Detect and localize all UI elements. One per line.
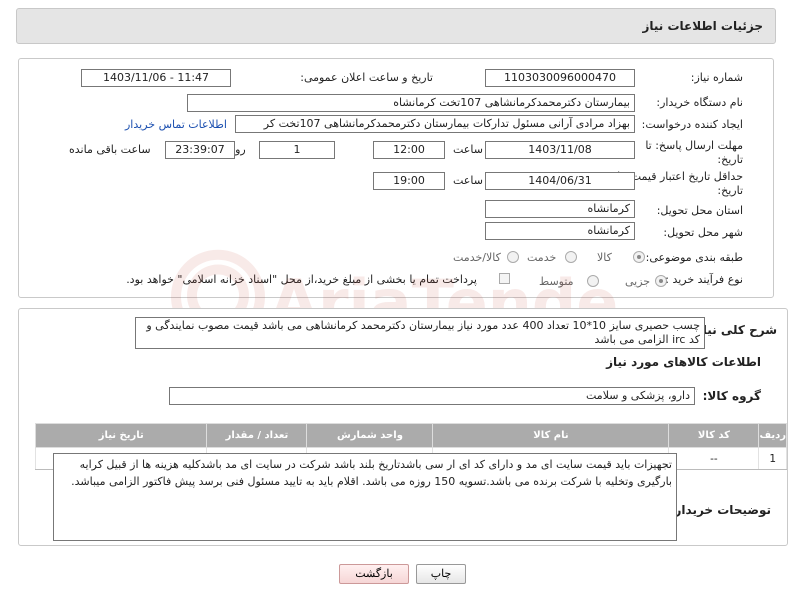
need-info-panel: شماره نیاز: 1103030096000470 تاریخ و ساع… <box>18 58 774 298</box>
treasury-payment-note: پرداخت تمام یا بخشی از مبلغ خرید،از محل … <box>126 273 477 286</box>
process-radio-medium[interactable] <box>587 275 599 287</box>
col-header-need-date: تاریخ نیاز <box>34 423 208 448</box>
announce-label: تاریخ و ساعت اعلان عمومی: <box>300 71 433 84</box>
deadline-date-field: 1403/11/08 <box>485 141 635 159</box>
validity-label-date: تاریخ: <box>717 184 743 197</box>
page-header: جزئیات اطلاعات نیاز <box>16 8 776 44</box>
validity-time-label: ساعت <box>453 174 483 187</box>
category-radio-goods[interactable] <box>633 251 645 263</box>
treasury-payment-checkbox[interactable] <box>499 273 510 284</box>
need-details-page: جزئیات اطلاعات نیاز شماره نیاز: 11030300… <box>0 0 789 598</box>
creator-label: ایجاد کننده درخواست: <box>641 118 743 131</box>
validity-label: حداقل تاریخ اعتبار قیمت: تا <box>617 170 743 183</box>
buyer-notes-label: توضیحات خریدار: <box>669 503 771 517</box>
back-button[interactable]: بازگشت <box>339 564 409 584</box>
province-field: کرمانشاه <box>485 200 635 218</box>
need-number-field: 1103030096000470 <box>485 69 635 87</box>
buyer-notes-textarea[interactable]: تجهیزات باید قیمت سایت ای مد و دارای کد … <box>53 453 677 541</box>
category-option-goods: کالا <box>597 251 612 264</box>
process-type-label: نوع فرآیند خرید : <box>665 273 743 286</box>
category-option-service: خدمت <box>527 251 557 264</box>
goods-group-label: گروه کالا: <box>702 389 761 403</box>
buyer-org-label: نام دستگاه خریدار: <box>656 96 743 109</box>
category-radio-service[interactable] <box>565 251 577 263</box>
process-radio-minor[interactable] <box>655 275 667 287</box>
cell-code: -- <box>668 447 760 470</box>
goods-table-header: ردیف کد کالا نام کالا واحد شمارش تعداد /… <box>34 423 787 448</box>
time-remaining-field: 23:39:07 <box>165 141 235 159</box>
process-option-medium: متوسط <box>539 275 574 288</box>
print-button[interactable]: چاپ <box>416 564 466 584</box>
category-option-goods-service: کالا/خدمت <box>453 251 501 264</box>
goods-group-field: دارو، پزشکی و سلامت <box>169 387 695 405</box>
deadline-label-date: تاریخ: <box>717 153 743 166</box>
city-field: کرمانشاه <box>485 222 635 240</box>
description-textarea[interactable]: چسب حصیری سایز 10*10 تعداد 400 عدد مورد … <box>135 317 705 349</box>
category-radio-goods-service[interactable] <box>507 251 519 263</box>
validity-date-field: 1404/06/31 <box>485 172 635 190</box>
contact-info-link[interactable]: اطلاعات تماس خریدار <box>125 118 227 131</box>
col-header-quantity: تعداد / مقدار <box>206 423 308 448</box>
page-title: جزئیات اطلاعات نیاز <box>642 19 763 33</box>
need-number-label: شماره نیاز: <box>690 71 743 84</box>
goods-section-title: اطلاعات کالاهای مورد نیاز <box>606 355 761 369</box>
province-label: استان محل تحویل: <box>656 204 743 217</box>
col-header-row: ردیف <box>758 423 787 448</box>
city-label: شهر محل تحویل: <box>663 226 743 239</box>
buyer-org-field: بیمارستان دکترمحمدکرمانشاهی 107تخت کرمان… <box>187 94 635 112</box>
announce-datetime-field: 1403/11/06 - 11:47 <box>81 69 231 87</box>
creator-field: بهزاد مرادی آرانی مسئول تدارکات بیمارستا… <box>235 115 635 133</box>
time-remaining-label: ساعت باقی مانده <box>69 143 151 156</box>
category-label: طبقه بندی موضوعی: <box>645 251 743 264</box>
deadline-label: مهلت ارسال پاسخ: تا <box>645 139 743 152</box>
cell-row: 1 <box>758 447 787 470</box>
col-header-code: کد کالا <box>668 423 760 448</box>
days-remaining-field: 1 <box>259 141 335 159</box>
col-header-unit: واحد شمارش <box>306 423 434 448</box>
deadline-time-label: ساعت <box>453 143 483 156</box>
process-option-minor: جزیی <box>625 275 651 288</box>
col-header-name: نام کالا <box>432 423 670 448</box>
need-description-panel: شرح کلی نیاز: چسب حصیری سایز 10*10 تعداد… <box>18 308 788 546</box>
validity-time-field: 19:00 <box>373 172 445 190</box>
deadline-time-field: 12:00 <box>373 141 445 159</box>
